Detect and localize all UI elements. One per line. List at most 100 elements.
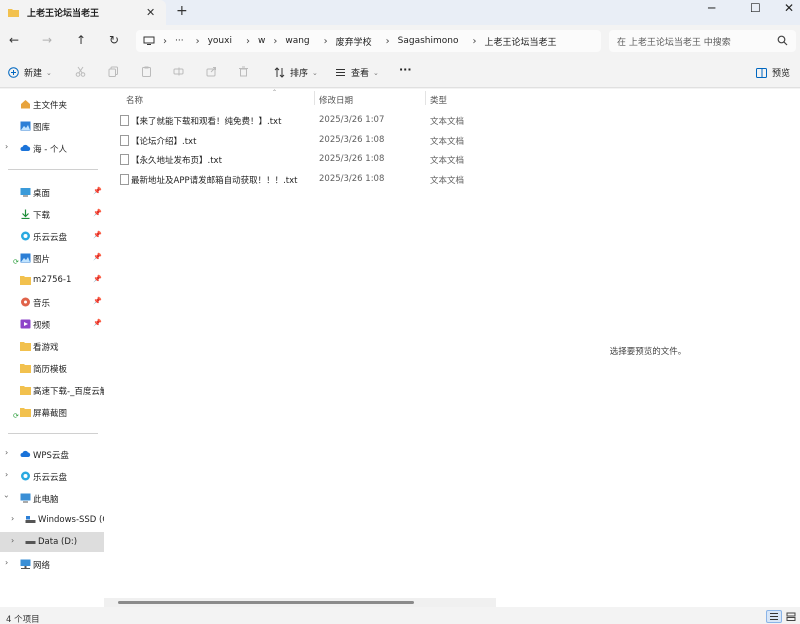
- chevron-down-icon: ⌄: [312, 68, 318, 77]
- sidebar-item-desktop[interactable]: 桌面 📌: [0, 182, 104, 202]
- chevron-right-icon[interactable]: ›: [5, 558, 8, 567]
- column-header-type[interactable]: 类型: [430, 94, 447, 106]
- pin-icon[interactable]: 📌: [93, 209, 102, 217]
- close-window-button[interactable]: ✕: [784, 1, 794, 15]
- file-row[interactable]: 【永久地址发布页】.txt 2025/3/26 1:08 文本文档: [114, 149, 496, 169]
- title-bar: 上老王论坛当老王 ✕ + ─ ☐ ✕: [0, 0, 800, 25]
- sidebar-item-cloud-drive-2[interactable]: › 乐云云盘: [0, 466, 104, 486]
- sidebar-item-network[interactable]: › 网络: [0, 554, 104, 574]
- pin-icon[interactable]: 📌: [93, 253, 102, 261]
- sidebar-item-music[interactable]: 音乐 📌: [0, 292, 104, 312]
- file-row[interactable]: 最新地址及APP请发邮箱自动获取！！！.txt 2025/3/26 1:08 文…: [114, 169, 496, 189]
- file-type: 文本文档: [430, 176, 465, 186]
- sidebar-item-downloads[interactable]: 下载 📌: [0, 204, 104, 224]
- sidebar-item-personal[interactable]: › 海 - 个人: [0, 138, 104, 158]
- rename-icon: [173, 67, 184, 76]
- sidebar-item-videos[interactable]: 视频 📌: [0, 314, 104, 334]
- close-tab-icon[interactable]: ✕: [146, 6, 155, 19]
- tab-current[interactable]: 上老王论坛当老王 ✕: [0, 0, 166, 25]
- minimize-button[interactable]: ─: [708, 1, 715, 15]
- copy-icon: [108, 66, 118, 77]
- sidebar-item-drive-c[interactable]: › Windows-SSD (C: [0, 510, 104, 530]
- breadcrumb-overflow[interactable]: ···: [175, 36, 184, 46]
- chevron-right-icon[interactable]: ›: [5, 448, 8, 457]
- chevron-right-icon[interactable]: ›: [11, 514, 14, 523]
- breadcrumb-separator-icon: ›: [323, 35, 328, 47]
- cut-button[interactable]: [75, 66, 86, 77]
- breadcrumb-youxi[interactable]: youxi: [208, 36, 232, 46]
- sidebar-item-label: 下载: [33, 211, 51, 221]
- add-icon: [8, 67, 19, 78]
- search-input[interactable]: 在 上老王论坛当老王 中搜索: [609, 30, 796, 52]
- new-button[interactable]: 新建 ⌄: [8, 66, 52, 79]
- chevron-right-icon[interactable]: ›: [11, 536, 14, 545]
- tiles-view-button[interactable]: [783, 610, 799, 623]
- sidebar-item-label: 主文件夹: [33, 101, 68, 111]
- chevron-down-icon: ⌄: [46, 68, 52, 77]
- maximize-button[interactable]: ☐: [750, 1, 761, 15]
- paste-button[interactable]: [141, 66, 152, 77]
- column-header-date[interactable]: 修改日期: [319, 94, 353, 106]
- sidebar-item-games[interactable]: 看游戏: [0, 336, 104, 356]
- sidebar-item-cloud-drive[interactable]: 乐云云盘 📌: [0, 226, 104, 246]
- sidebar-item-home[interactable]: 主文件夹: [0, 94, 104, 114]
- pin-icon[interactable]: 📌: [93, 275, 102, 283]
- chevron-right-icon[interactable]: ›: [5, 470, 8, 479]
- rename-button[interactable]: [173, 66, 184, 77]
- sort-button[interactable]: 排序 ⌄: [274, 66, 318, 79]
- details-view-button[interactable]: [766, 610, 782, 623]
- details-view-icon: [770, 613, 778, 620]
- share-button[interactable]: [206, 66, 217, 77]
- address-bar[interactable]: › ··· › youxi › w › wang › 废弃学校 › Sagash…: [136, 30, 601, 52]
- file-date: 2025/3/26 1:08: [319, 174, 385, 184]
- horizontal-scrollbar[interactable]: [104, 598, 496, 607]
- sidebar-item-gallery[interactable]: 图库: [0, 116, 104, 136]
- scrollbar-thumb[interactable]: [118, 601, 414, 604]
- preview-pane-button[interactable]: 预览: [756, 66, 790, 79]
- copy-button[interactable]: [108, 66, 119, 77]
- pin-icon[interactable]: 📌: [93, 297, 102, 305]
- breadcrumb-w[interactable]: w: [258, 36, 265, 46]
- view-button[interactable]: 查看 ⌄: [335, 66, 379, 79]
- sidebar-item-screenshots[interactable]: ⟳ 屏幕截图: [0, 402, 104, 422]
- sidebar-item-this-pc[interactable]: › 此电脑: [0, 488, 104, 508]
- pin-icon[interactable]: 📌: [93, 319, 102, 327]
- preview-pane-label: 预览: [772, 69, 791, 79]
- breadcrumb-sagashimono[interactable]: Sagashimono: [398, 36, 459, 46]
- folder-icon: [20, 342, 31, 351]
- sidebar-item-label: 看游戏: [33, 343, 59, 353]
- file-row[interactable]: 【论坛介绍】.txt 2025/3/26 1:08 文本文档: [114, 130, 496, 150]
- sidebar-item-fast-download[interactable]: 高速下载-_百度云解: [0, 380, 104, 400]
- pictures-icon: [20, 253, 31, 263]
- pin-icon[interactable]: 📌: [93, 187, 102, 195]
- sidebar-item-wps-cloud[interactable]: › WPS云盘: [0, 444, 104, 464]
- up-button[interactable]: ↑: [76, 33, 86, 47]
- sidebar-item-pictures[interactable]: ⟳ 图片 📌: [0, 248, 104, 268]
- chevron-down-icon[interactable]: ›: [2, 495, 11, 498]
- more-options-button[interactable]: ···: [399, 63, 412, 76]
- preview-pane: 选择要预览的文件。: [496, 89, 800, 607]
- delete-button[interactable]: [238, 66, 249, 77]
- forward-button[interactable]: →: [42, 33, 52, 47]
- column-divider[interactable]: [314, 91, 315, 105]
- sidebar-item-m2756[interactable]: m2756-1 📌: [0, 270, 104, 290]
- chevron-right-icon[interactable]: ›: [5, 142, 8, 151]
- sidebar-item-resume-templates[interactable]: 简历模板: [0, 358, 104, 378]
- back-button[interactable]: ←: [9, 33, 19, 47]
- sort-icon: [274, 67, 285, 78]
- new-tab-button[interactable]: +: [176, 3, 188, 19]
- text-file-icon: [120, 135, 129, 146]
- column-header-name[interactable]: 名称: [126, 94, 143, 106]
- breadcrumb-current[interactable]: 上老王论坛当老王: [485, 35, 557, 48]
- drive-icon: [25, 516, 36, 523]
- file-row[interactable]: 【来了就能下载和观看！纯免费！】.txt 2025/3/26 1:07 文本文档: [114, 110, 496, 130]
- breadcrumb-school[interactable]: 废弃学校: [336, 35, 372, 48]
- sidebar-item-drive-d[interactable]: › Data (D:): [0, 532, 104, 552]
- text-file-icon: [120, 174, 129, 185]
- search-icon[interactable]: [777, 35, 788, 46]
- pin-icon[interactable]: 📌: [93, 231, 102, 239]
- column-divider[interactable]: [425, 91, 426, 105]
- file-type: 文本文档: [430, 156, 465, 166]
- breadcrumb-wang[interactable]: wang: [285, 36, 309, 46]
- refresh-button[interactable]: ↻: [109, 33, 119, 47]
